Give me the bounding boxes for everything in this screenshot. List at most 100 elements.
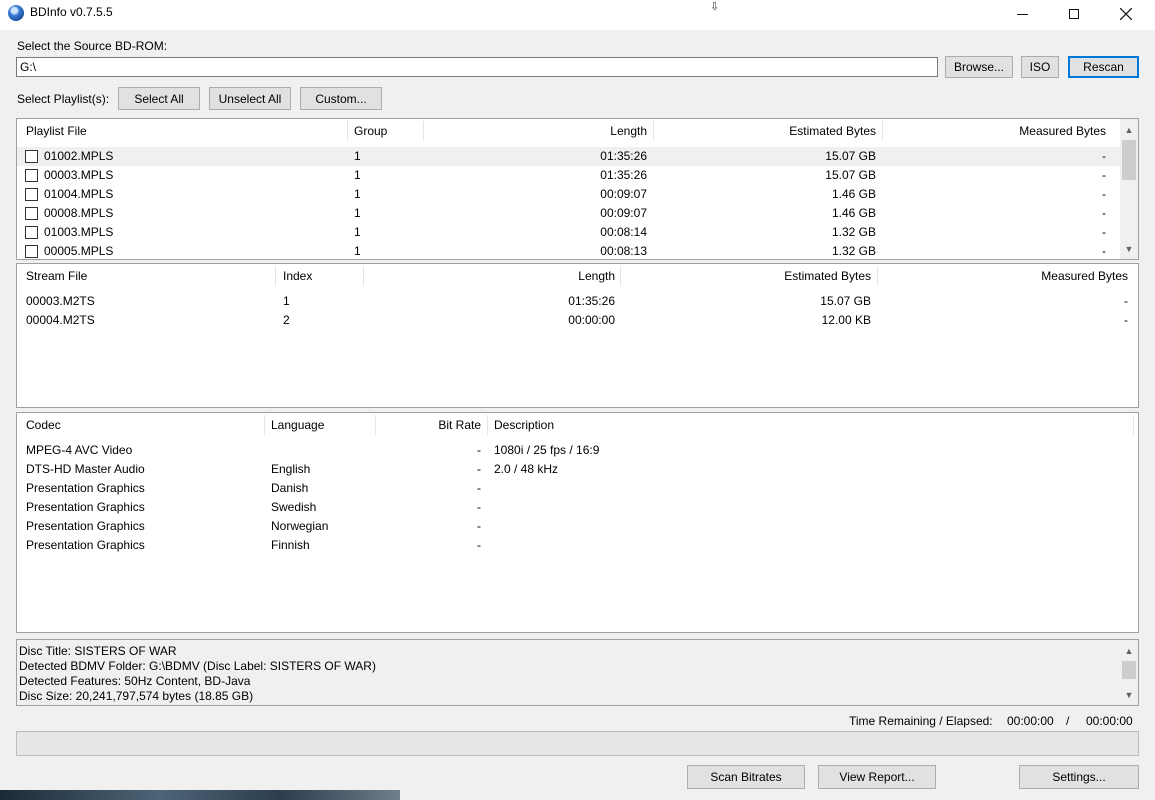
minimize-button[interactable] — [999, 0, 1045, 28]
col-header-stream-file[interactable]: Stream File — [26, 264, 87, 288]
minimize-icon — [1016, 13, 1028, 15]
close-button[interactable] — [1103, 0, 1149, 28]
playlist-estimated-bytes: 15.07 GB — [825, 168, 876, 182]
scroll-thumb[interactable] — [1122, 661, 1136, 679]
playlist-checkbox[interactable] — [25, 169, 38, 182]
close-icon — [1120, 8, 1132, 20]
playlist-row[interactable]: 00003.MPLS 1 01:35:26 15.07 GB - — [17, 166, 1138, 185]
codec-name: Presentation Graphics — [26, 481, 145, 495]
codec-list[interactable]: Codec Language Bit Rate Description MPEG… — [16, 412, 1139, 633]
maximize-icon — [1069, 9, 1079, 19]
info-scrollbar[interactable]: ▲ ▼ — [1120, 640, 1138, 705]
playlist-scrollbar[interactable]: ▲ ▼ — [1120, 119, 1138, 259]
scroll-thumb[interactable] — [1122, 140, 1136, 180]
col-header-playlist-file[interactable]: Playlist File — [26, 119, 87, 143]
col-header-estimated-bytes[interactable]: Estimated Bytes — [624, 264, 871, 288]
col-header-codec[interactable]: Codec — [26, 413, 61, 437]
time-remaining-value: 00:00:00 — [1007, 714, 1054, 728]
stream-length: 00:00:00 — [568, 313, 615, 327]
playlist-measured-bytes: - — [1102, 244, 1106, 258]
playlist-checkbox[interactable] — [25, 226, 38, 239]
col-header-index[interactable]: Index — [283, 264, 312, 288]
col-header-bit-rate[interactable]: Bit Rate — [379, 413, 481, 437]
select-playlists-label: Select Playlist(s): — [17, 92, 110, 106]
playlist-measured-bytes: - — [1102, 168, 1106, 182]
codec-name: Presentation Graphics — [26, 500, 145, 514]
playlist-file: 01002.MPLS — [44, 149, 114, 163]
codec-row[interactable]: Presentation Graphics Danish - — [17, 479, 1138, 498]
scroll-up-icon[interactable]: ▲ — [1120, 121, 1138, 138]
playlist-list[interactable]: Playlist File Group Length Estimated Byt… — [16, 118, 1139, 260]
codec-row[interactable]: Presentation Graphics Swedish - — [17, 498, 1138, 517]
codec-language: Swedish — [271, 500, 317, 514]
codec-language: Norwegian — [271, 519, 329, 533]
disc-size-line: Disc Size: 20,241,797,574 bytes (18.85 G… — [19, 689, 254, 703]
playlist-group: 1 — [354, 187, 361, 201]
codec-description: 1080i / 25 fps / 16:9 — [494, 443, 600, 457]
scroll-down-icon[interactable]: ▼ — [1120, 686, 1138, 703]
col-header-estimated-bytes[interactable]: Estimated Bytes — [657, 119, 876, 143]
playlist-length: 00:09:07 — [600, 187, 647, 201]
codec-description: 2.0 / 48 kHz — [494, 462, 559, 476]
stream-estimated-bytes: 15.07 GB — [820, 294, 871, 308]
playlist-row[interactable]: 00005.MPLS 1 00:08:13 1.32 GB - — [17, 242, 1138, 259]
select-all-button[interactable]: Select All — [118, 87, 200, 110]
col-header-length[interactable]: Length — [425, 119, 647, 143]
source-path-input[interactable]: G:\ — [16, 57, 938, 77]
maximize-button[interactable] — [1051, 0, 1097, 28]
playlist-checkbox[interactable] — [25, 207, 38, 220]
playlist-row[interactable]: 00008.MPLS 1 00:09:07 1.46 GB - — [17, 204, 1138, 223]
playlist-checkbox[interactable] — [25, 150, 38, 163]
bdinfo-app-icon — [8, 5, 24, 21]
stream-list[interactable]: Stream File Index Length Estimated Bytes… — [16, 263, 1139, 408]
browse-button[interactable]: Browse... — [945, 56, 1013, 78]
stream-row[interactable]: 00003.M2TS 1 01:35:26 15.07 GB - — [17, 292, 1138, 311]
playlist-measured-bytes: - — [1102, 149, 1106, 163]
codec-bit-rate: - — [477, 538, 481, 552]
playlist-file: 01004.MPLS — [44, 187, 114, 201]
codec-row[interactable]: MPEG-4 AVC Video - 1080i / 25 fps / 16:9 — [17, 441, 1138, 460]
stream-estimated-bytes: 12.00 KB — [821, 313, 871, 327]
codec-row[interactable]: DTS-HD Master Audio English - 2.0 / 48 k… — [17, 460, 1138, 479]
playlist-row[interactable]: 01003.MPLS 1 00:08:14 1.32 GB - — [17, 223, 1138, 242]
rescan-button[interactable]: Rescan — [1068, 56, 1139, 78]
playlist-file: 00008.MPLS — [44, 206, 114, 220]
playlist-checkbox[interactable] — [25, 245, 38, 258]
stream-rows: 00003.M2TS 1 01:35:26 15.07 GB - 00004.M… — [17, 292, 1138, 330]
col-header-measured-bytes[interactable]: Measured Bytes — [881, 264, 1128, 288]
scan-bitrates-button[interactable]: Scan Bitrates — [687, 765, 805, 789]
settings-button[interactable]: Settings... — [1019, 765, 1139, 789]
codec-bit-rate: - — [477, 443, 481, 457]
disc-info-textarea[interactable]: Disc Title: SISTERS OF WAR Detected BDMV… — [16, 639, 1139, 706]
codec-row[interactable]: Presentation Graphics Norwegian - — [17, 517, 1138, 536]
custom-button[interactable]: Custom... — [300, 87, 382, 110]
playlist-row[interactable]: 01002.MPLS 1 01:35:26 15.07 GB - — [17, 147, 1138, 166]
codec-language: Danish — [271, 481, 309, 495]
col-header-group[interactable]: Group — [354, 119, 387, 143]
codec-language: Finnish — [271, 538, 310, 552]
codec-row[interactable]: Presentation Graphics Finnish - — [17, 536, 1138, 555]
stream-row[interactable]: 00004.M2TS 2 00:00:00 12.00 KB - — [17, 311, 1138, 330]
scroll-down-icon[interactable]: ▼ — [1120, 240, 1138, 257]
col-header-length[interactable]: Length — [367, 264, 615, 288]
playlist-length: 01:35:26 — [600, 149, 647, 163]
col-header-description[interactable]: Description — [494, 413, 554, 437]
codec-bit-rate: - — [477, 481, 481, 495]
iso-button[interactable]: ISO — [1021, 56, 1059, 78]
codec-name: Presentation Graphics — [26, 538, 145, 552]
col-header-language[interactable]: Language — [271, 413, 324, 437]
features-line: Detected Features: 50Hz Content, BD-Java — [19, 674, 251, 688]
unselect-all-button[interactable]: Unselect All — [209, 87, 291, 110]
title-bar: BDInfo v0.7.5.5 ⇩ — [0, 0, 1155, 30]
scroll-up-icon[interactable]: ▲ — [1120, 642, 1138, 659]
codec-bit-rate: - — [477, 462, 481, 476]
time-separator: / — [1066, 714, 1070, 728]
codec-bit-rate: - — [477, 519, 481, 533]
col-header-measured-bytes[interactable]: Measured Bytes — [885, 119, 1106, 143]
view-report-button[interactable]: View Report... — [818, 765, 936, 789]
stream-length: 01:35:26 — [568, 294, 615, 308]
codec-name: DTS-HD Master Audio — [26, 462, 145, 476]
playlist-length: 00:08:14 — [600, 225, 647, 239]
playlist-checkbox[interactable] — [25, 188, 38, 201]
playlist-row[interactable]: 01004.MPLS 1 00:09:07 1.46 GB - — [17, 185, 1138, 204]
